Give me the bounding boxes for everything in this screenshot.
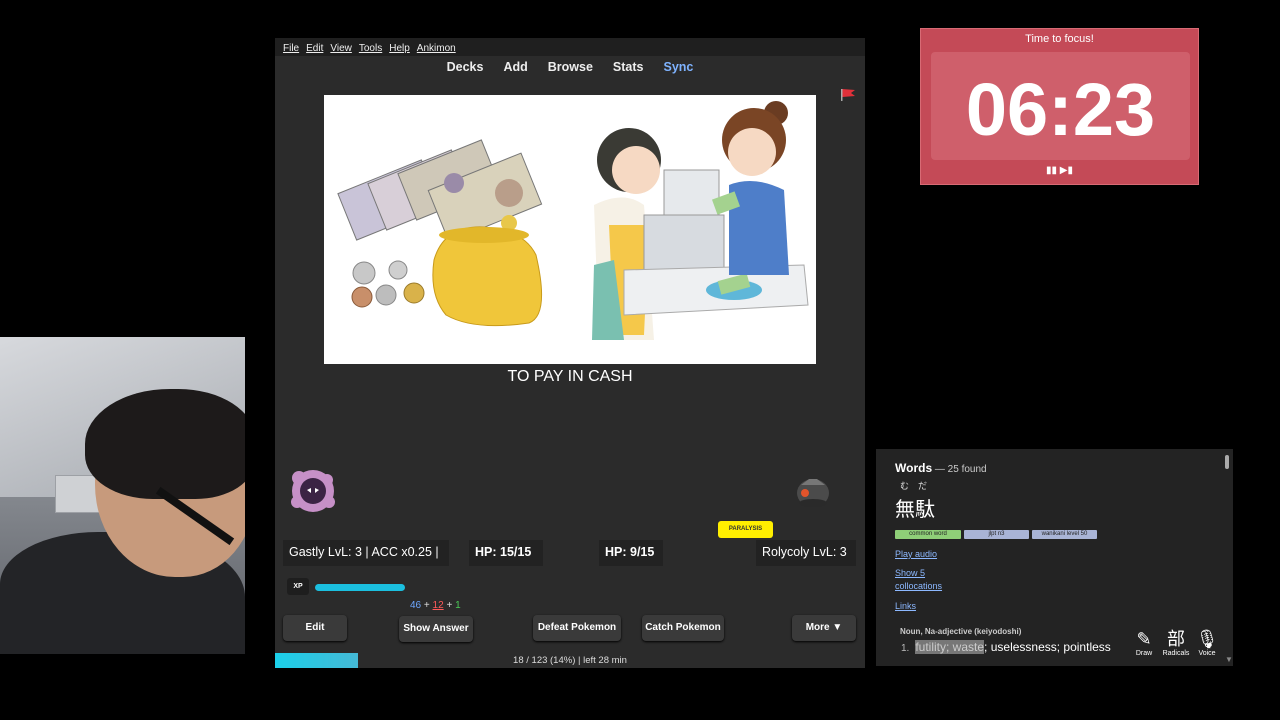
results-count: — 25 found [932,464,987,475]
show-collocations-link[interactable]: Show 5 [895,568,925,578]
radicals-tool[interactable]: 部 Radicals [1159,628,1193,657]
rolycoly-sprite [797,479,829,507]
definition-text: ; uselessness; pointless [984,640,1111,654]
scroll-down-icon[interactable]: ▼ [1225,655,1233,664]
player-pokemon-stats: Gastly LvL: 3 | ACC x0.25 | [283,540,449,566]
catch-pokemon-button[interactable]: Catch Pokemon [642,615,724,641]
deck-progress-text: 18 / 123 (14%) | left 28 min [513,655,627,666]
draw-icon: ✎ [1136,629,1152,649]
voice-tool[interactable]: 🎙 Voice [1190,628,1224,657]
microphone-icon: 🎙 [1195,629,1219,649]
definition-highlight: futility; waste [915,640,985,654]
definition-number: 1. [901,643,910,654]
part-of-speech: Noun, Na-adjective (keiyodoshi) [900,627,1022,636]
main-toolbar: Decks Add Browse Stats Sync [275,56,865,80]
card-answer-text: TO PAY IN CASH [507,368,633,385]
links-link[interactable]: Links [895,601,916,611]
enemy-hp: HP: 9/15 [599,540,663,566]
tag-common-word: common word [895,530,961,539]
play-audio-link[interactable]: Play audio [895,549,937,559]
edit-button[interactable]: Edit [283,615,347,641]
word-furigana: むだ [900,481,937,491]
card-image [324,95,816,364]
dictionary-title-text: Words [895,461,933,475]
menu-bar: File Edit View Tools Help Ankimon [275,38,865,56]
toolbar-stats[interactable]: Stats [613,56,644,78]
timer-title: Time to focus! [1025,33,1094,45]
anki-window: File Edit View Tools Help Ankimon Decks Add Bro… [275,38,865,668]
draw-label: Draw [1135,650,1153,657]
toolbar-decks[interactable]: Decks [447,56,484,78]
radicals-icon: 部 [1167,629,1185,649]
draw-tool[interactable]: ✎ Draw [1127,628,1161,657]
enemy-pokemon-stats: Rolycoly LvL: 3 [756,540,856,566]
dictionary-tools: ✎ Draw 部 Radicals 🎙 Voice [1123,626,1223,666]
new-count: 46 [410,600,422,611]
show-answer-button[interactable]: Show Answer [399,616,473,642]
more-button[interactable]: More ▼ [792,615,856,641]
xp-label: XP [287,578,309,595]
timer-value: 06:23 [965,68,1156,151]
timer-controls[interactable]: ▮▮ ▶▮ [921,165,1198,176]
player-hp: HP: 15/15 [469,540,543,566]
xp-progress-bar [315,584,405,591]
flag-icon[interactable] [841,89,855,101]
definition-1: 1. futility; waste; uselessness; pointles… [901,640,1111,654]
word-kanji: 無駄 [895,497,935,521]
webcam-feed [0,337,245,654]
defeat-pokemon-button[interactable]: Defeat Pokemon [533,615,621,641]
show-collocations-link-line2[interactable]: collocations [895,581,942,591]
toolbar-sync[interactable]: Sync [664,56,694,78]
tag-wanikani: wanikani level 50 [1032,530,1097,539]
voice-label: Voice [1198,650,1216,657]
radicals-label: Radicals [1162,650,1190,657]
count-separator: + [446,600,453,611]
toolbar-browse[interactable]: Browse [548,56,593,78]
count-separator: + [423,600,430,611]
review-count: 1 [455,600,461,611]
toolbar-add[interactable]: Add [503,56,527,78]
tag-jlpt: jlpt n3 [964,530,1029,539]
dictionary-title: Words — 25 found [895,461,987,475]
scrollbar[interactable] [1225,455,1229,469]
gastly-sprite [291,470,335,512]
paralysis-status-badge: PARALYSIS [718,521,773,538]
review-counts: 46 + 12 + 1 [410,600,461,611]
dictionary-panel: Words — 25 found むだ 無駄 common word jlpt … [876,449,1233,666]
focus-timer: Time to focus! 06:23 ▮▮ ▶▮ [920,28,1199,185]
timer-display: 06:23 [931,52,1190,160]
learn-count: 12 [432,600,444,611]
